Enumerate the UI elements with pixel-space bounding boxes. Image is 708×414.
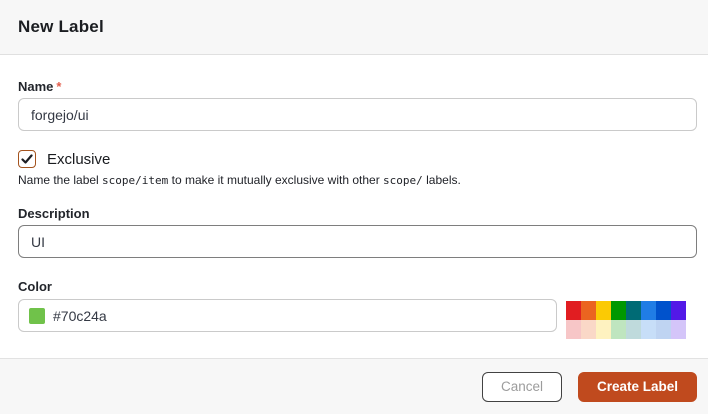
- palette-color-swatch[interactable]: [626, 301, 641, 320]
- color-input-wrap[interactable]: [18, 299, 557, 332]
- palette-color-swatch[interactable]: [596, 301, 611, 320]
- exclusive-help-text: Name the label scope/item to make it mut…: [18, 173, 697, 188]
- name-input[interactable]: [18, 98, 697, 131]
- required-asterisk: *: [56, 79, 62, 94]
- dialog-footer: Cancel Create Label: [0, 358, 708, 414]
- name-label-text: Name: [18, 79, 54, 94]
- color-value-input[interactable]: [53, 307, 546, 324]
- create-label-button[interactable]: Create Label: [578, 371, 697, 402]
- dialog-header: New Label: [0, 0, 708, 55]
- palette-color-swatch[interactable]: [641, 301, 656, 320]
- palette-color-swatch[interactable]: [656, 301, 671, 320]
- palette-color-swatch[interactable]: [611, 320, 626, 339]
- palette-color-swatch[interactable]: [566, 301, 581, 320]
- color-row: [18, 299, 697, 339]
- dialog-title: New Label: [18, 17, 104, 36]
- exclusive-label: Exclusive: [47, 150, 111, 168]
- color-field-label: Color: [18, 279, 52, 294]
- name-field-label: Name *: [18, 79, 697, 94]
- help-text-segment: Name the label: [18, 173, 103, 187]
- palette-color-swatch[interactable]: [596, 320, 611, 339]
- dialog-body: Name* Exclusive Name the label scope/ite…: [0, 55, 708, 358]
- help-text-segment: labels.: [422, 173, 461, 187]
- cancel-button[interactable]: Cancel: [482, 371, 562, 402]
- palette-color-swatch[interactable]: [671, 301, 686, 320]
- color-palette: [566, 301, 686, 339]
- palette-color-swatch[interactable]: [581, 301, 596, 320]
- checkmark-icon: [21, 153, 33, 165]
- help-mono-segment: scope/: [383, 174, 423, 187]
- help-text-segment: to make it mutually exclusive with other: [168, 173, 384, 187]
- palette-color-swatch[interactable]: [671, 320, 686, 339]
- palette-color-swatch[interactable]: [656, 320, 671, 339]
- exclusive-checkbox[interactable]: [18, 150, 36, 168]
- palette-color-swatch[interactable]: [611, 301, 626, 320]
- description-field-label: Description: [18, 206, 90, 221]
- description-input[interactable]: [18, 225, 697, 258]
- help-mono-segment: scope/item: [102, 174, 169, 187]
- exclusive-checkbox-row[interactable]: Exclusive: [18, 150, 110, 168]
- palette-color-swatch[interactable]: [641, 320, 656, 339]
- palette-color-swatch[interactable]: [581, 320, 596, 339]
- current-color-swatch: [29, 307, 45, 324]
- palette-color-swatch[interactable]: [626, 320, 641, 339]
- palette-color-swatch[interactable]: [566, 320, 581, 339]
- new-label-dialog: New Label Name* Exclusive Name the label…: [0, 0, 708, 414]
